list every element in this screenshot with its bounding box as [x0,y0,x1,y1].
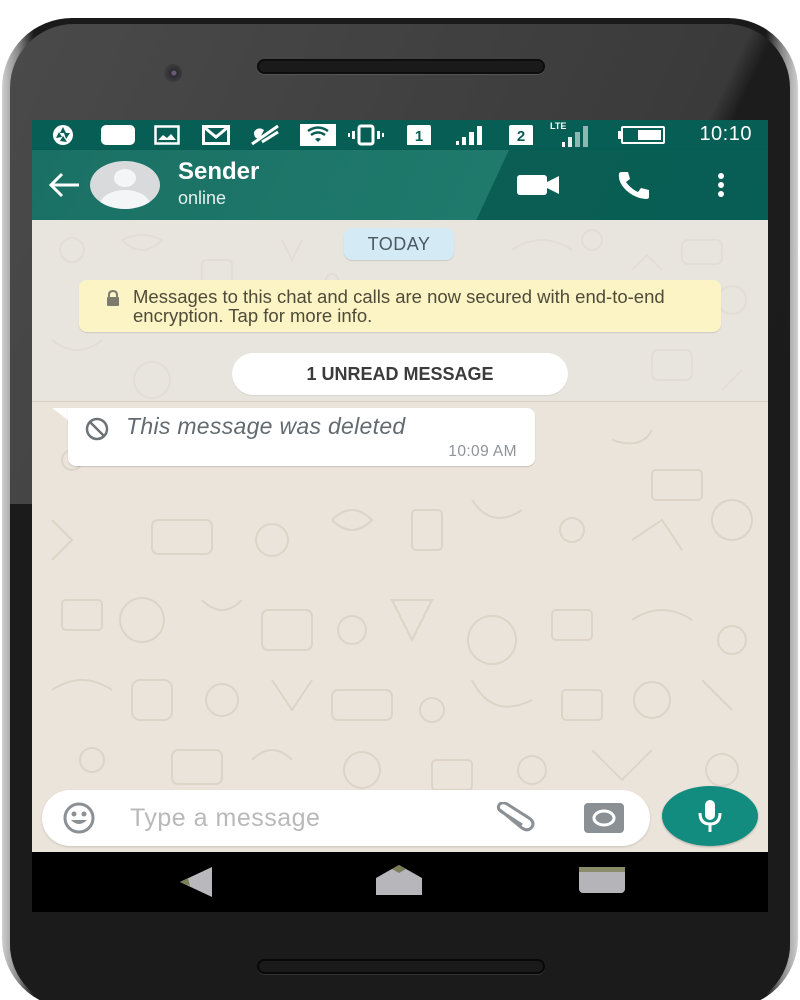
wifi-icon [300,124,336,146]
bubble-tail [52,408,68,420]
message-bubble[interactable]: This message was deleted 10:09 AM [68,408,535,466]
message-composer [42,790,650,846]
chat-area[interactable]: TODAY Messages to this chat and calls ar… [32,220,768,852]
deleted-message-icon [84,416,110,447]
microphone-icon [698,800,722,832]
message-time: 10:09 AM [448,443,517,460]
video-call-button[interactable] [516,168,560,202]
voice-message-button[interactable] [662,786,758,846]
attach-button[interactable] [492,801,536,839]
emoji-icon [63,802,95,834]
emoji-button[interactable] [62,801,96,840]
nav-recents-icon [579,867,625,893]
bottom-speaker [257,959,545,974]
date-divider: TODAY [344,228,454,260]
message-text: This message was deleted [126,413,406,439]
image-icon [154,124,180,146]
nav-back-icon [180,867,212,897]
nav-home-icon [376,865,422,895]
system-navigation-bar [32,852,768,912]
contact-status: online [178,188,227,208]
encryption-notice-text: Messages to this chat and calls are now … [133,286,665,326]
svg-text:2: 2 [517,128,525,145]
chat-header: Sender online [32,150,768,220]
contact-name[interactable]: Sender [178,158,259,186]
sim2-icon: 2 [508,124,534,146]
more-vertical-icon [718,173,724,197]
aperture-icon [52,124,74,146]
paperclip-icon [496,801,535,832]
camera-icon [584,803,624,833]
svg-text:LTE: LTE [550,121,566,131]
status-bar: 1 2 LTE 10:10 [32,120,768,150]
earpiece-speaker [257,59,545,74]
back-button[interactable] [46,170,82,200]
arrow-left-icon [48,172,79,198]
battery-icon [618,124,666,146]
video-camera-icon [517,175,559,195]
unread-messages-divider: 1 UNREAD MESSAGE [232,353,568,395]
svg-text:1: 1 [415,128,423,145]
message-input[interactable] [130,798,430,838]
vibrate-icon [348,124,384,146]
nav-recents-button[interactable] [578,866,626,899]
voice-call-button[interactable] [614,168,654,202]
more-options-button[interactable] [708,168,734,202]
front-camera [164,64,182,82]
avatar-shoulders [100,190,150,209]
nav-back-button[interactable] [178,866,214,903]
camera-button[interactable] [584,803,624,838]
encryption-notice[interactable]: Messages to this chat and calls are now … [79,280,721,332]
signal1-icon [454,124,484,146]
notification-square-icon [100,124,136,146]
nav-home-button[interactable] [374,864,424,901]
clock: 10:10 [699,123,752,145]
sim1-icon: 1 [406,124,432,146]
screen: 1 2 LTE 10:10 Sender online TODAY Messag… [32,120,768,912]
gmail-icon [202,124,230,146]
signal2-lte-icon: LTE [550,120,590,148]
contact-avatar[interactable] [90,161,160,209]
mute-icon [248,124,282,146]
unread-divider-line [32,401,768,402]
phone-icon [618,172,649,199]
lock-icon [105,289,121,309]
avatar-head [114,169,136,187]
